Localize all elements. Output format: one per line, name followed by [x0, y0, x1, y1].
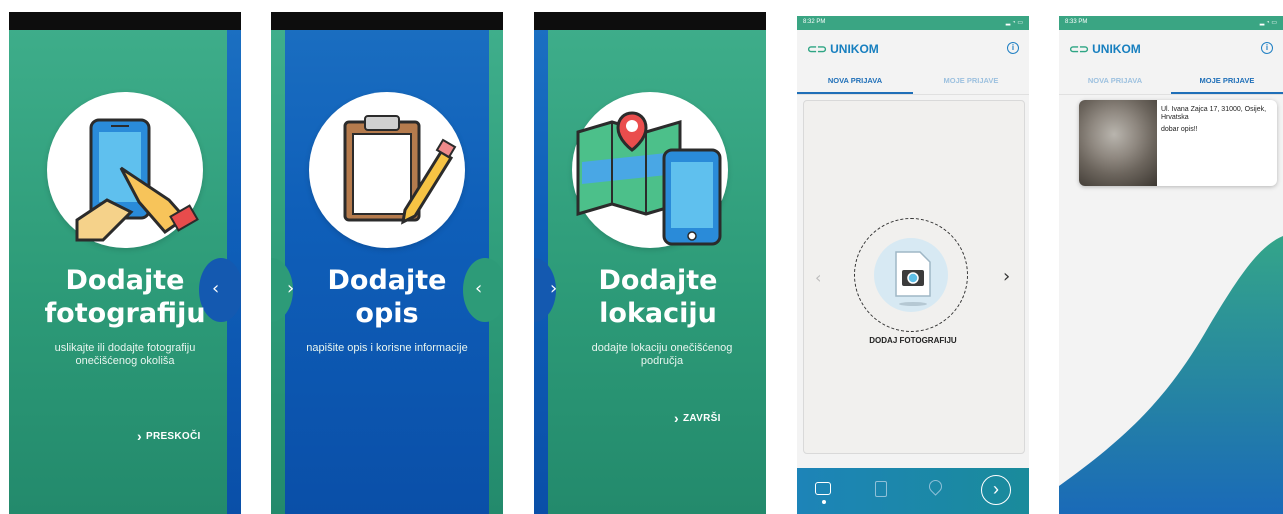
add-photo-circle[interactable] [874, 238, 948, 312]
app-bar: ⊂⊃ UNIKOM i [797, 30, 1029, 70]
illustration-circle [47, 92, 203, 248]
tab-my-reports[interactable]: MOJE PRIJAVE [1171, 70, 1283, 94]
onboarding-description: napišite opis i korisne informacije [306, 342, 468, 354]
top-bar [534, 12, 766, 30]
status-time: 8:33 PM [1065, 19, 1088, 25]
onboarding-description: dodajte lokaciju onečišćenog područja [591, 342, 733, 367]
logo-icon: ⊂⊃ [1069, 42, 1090, 56]
status-time: 8:32 PM [803, 19, 826, 25]
status-icons: ▂ ◔ ▭ [1259, 20, 1277, 26]
next-icon[interactable]: › [981, 475, 1011, 505]
app-new-report-screen: 8:32 PM ▂ ◔ ▭ ⊂⊃ UNIKOM i NOVA PRIJAVA M… [797, 16, 1029, 514]
app-bar: ⊂⊃ UNIKOM i [1059, 30, 1283, 70]
onboarding-screen-photo: ‹ Dodajte fotografiju uslikajte ili doda… [9, 12, 241, 514]
status-bar: 8:32 PM ▂ ◔ ▭ [797, 16, 1029, 30]
chevron-left-icon[interactable]: ‹ [815, 268, 821, 287]
onboarding-description: uslikajte ili dodajte fotografiju onečiš… [54, 342, 196, 367]
hand-phone-icon [75, 118, 199, 242]
chevron-right-icon: › [674, 410, 679, 426]
report-description: dobar opis!! [1161, 126, 1198, 133]
finish-button[interactable]: › ZAVRŠI [674, 410, 721, 426]
map-phone-icon [576, 111, 722, 246]
tab-bar: NOVA PRIJAVA MOJE PRIJAVE [1059, 70, 1283, 95]
onboarding-screen-location: › Dodajte lokaciju dodajte lokaciju oneč… [534, 12, 766, 514]
clipboard-pencil-icon [343, 115, 457, 225]
app-my-reports-screen: 8:33 PM ▂ ◔ ▭ ⊂⊃ UNIKOM i NOVA PRIJAVA M… [1059, 16, 1283, 514]
tab-my-reports[interactable]: MOJE PRIJAVE [913, 70, 1029, 94]
chevron-right-icon: › [137, 428, 142, 444]
top-bar [9, 12, 241, 30]
document-icon[interactable] [875, 481, 887, 497]
illustration-circle [572, 92, 728, 248]
tab-new-report[interactable]: NOVA PRIJAVA [797, 70, 913, 94]
onboarding-title: Dodajte fotografiju [44, 265, 206, 329]
add-photo-label[interactable]: DODAJ FOTOGRAFIJU [797, 336, 1029, 345]
report-card[interactable]: Ul. Ivana Zajca 17, 31000, Osijek, Hrvat… [1079, 100, 1277, 186]
brand-logo: ⊂⊃ UNIKOM [1069, 42, 1141, 56]
logo-icon: ⊂⊃ [807, 42, 828, 56]
report-address: Ul. Ivana Zajca 17, 31000, Osijek, Hrvat… [1161, 106, 1267, 121]
info-icon[interactable]: i [1261, 42, 1273, 54]
background [9, 12, 241, 514]
active-dot [822, 500, 826, 504]
chevron-right-icon[interactable]: › [1003, 266, 1010, 287]
info-icon[interactable]: i [1007, 42, 1019, 54]
onboarding-screen-description: › ‹ Dodajte opis napišite opis i korisne… [271, 12, 503, 514]
location-icon[interactable] [926, 477, 945, 496]
background [534, 12, 766, 514]
camera-icon[interactable] [815, 482, 831, 495]
top-bar [271, 12, 503, 30]
onboarding-title: Dodajte lokaciju [598, 265, 718, 329]
report-info: Ul. Ivana Zajca 17, 31000, Osijek, Hrvat… [1161, 106, 1271, 134]
tab-new-report[interactable]: NOVA PRIJAVA [1059, 70, 1171, 94]
tab-bar: NOVA PRIJAVA MOJE PRIJAVE [797, 70, 1029, 95]
status-bar: 8:33 PM ▂ ◔ ▭ [1059, 16, 1283, 30]
status-icons: ▂ ◔ ▭ [1005, 20, 1023, 26]
background [271, 12, 503, 514]
report-photo [1079, 100, 1157, 186]
camera-document-icon [895, 251, 931, 306]
onboarding-title: Dodajte opis [327, 265, 447, 329]
brand-logo: ⊂⊃ UNIKOM [807, 42, 879, 56]
skip-button[interactable]: › PRESKOČI [137, 428, 201, 444]
illustration-circle [309, 92, 465, 248]
bottom-nav: › [797, 468, 1029, 514]
